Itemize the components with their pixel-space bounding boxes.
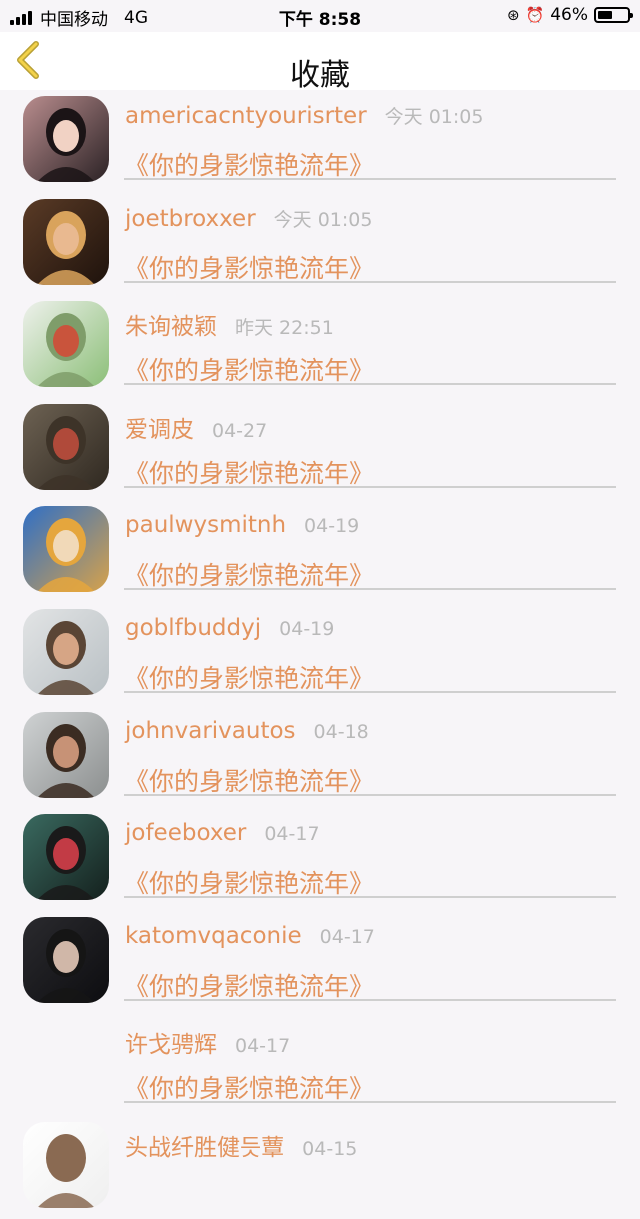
list-item[interactable]: paulwysmitnh 04-19 《你的身影惊艳流年》 bbox=[0, 500, 640, 603]
item-username[interactable]: 朱询被颖 昨天 22:51 bbox=[125, 307, 334, 341]
username-text: katomvqaconie bbox=[125, 922, 302, 949]
status-bar: 中国移动 4G 下午 8:58 ⊛ ⏰ 46% bbox=[0, 0, 640, 32]
list-item[interactable]: joetbroxxer 今天 01:05 《你的身影惊艳流年》 bbox=[0, 193, 640, 296]
avatar[interactable] bbox=[23, 198, 109, 285]
list-item[interactable]: 头战纤胜健듯蕈 04-15 bbox=[0, 1116, 640, 1219]
item-title[interactable]: 《你的身影惊艳流年》 bbox=[124, 146, 374, 182]
item-date: 昨天 22:51 bbox=[235, 317, 334, 340]
item-date: 04-15 bbox=[302, 1137, 358, 1160]
avatar[interactable] bbox=[23, 711, 109, 798]
item-date: 04-18 bbox=[313, 720, 369, 743]
page-title: 收藏 bbox=[290, 58, 350, 93]
list-item[interactable]: americacntyourisrter 今天 01:05 《你的身影惊艳流年》 bbox=[0, 90, 640, 193]
list-item[interactable]: katomvqaconie 04-17 《你的身影惊艳流年》 bbox=[0, 911, 640, 1014]
divider bbox=[124, 690, 616, 693]
item-username[interactable]: 头战纤胜健듯蕈 04-15 bbox=[125, 1128, 357, 1162]
item-title[interactable]: 《你的身影惊艳流年》 bbox=[124, 864, 374, 900]
avatar[interactable] bbox=[23, 301, 109, 388]
divider bbox=[124, 485, 616, 488]
avatar[interactable] bbox=[23, 403, 109, 490]
item-username[interactable]: katomvqaconie 04-17 bbox=[125, 923, 375, 949]
username-text: americacntyourisrter bbox=[125, 103, 367, 129]
divider bbox=[124, 793, 616, 796]
item-date: 今天 01:05 bbox=[384, 106, 484, 128]
divider bbox=[124, 1101, 616, 1104]
divider bbox=[124, 178, 616, 180]
list-item[interactable]: 朱询被颖 昨天 22:51 《你的身影惊艳流年》 bbox=[0, 295, 640, 398]
list-item[interactable]: 许戈骋辉 04-17 《你的身影惊艳流年》 bbox=[0, 1013, 640, 1116]
avatar[interactable] bbox=[23, 608, 109, 695]
item-title[interactable]: 《你的身影惊艳流年》 bbox=[124, 454, 374, 490]
item-username[interactable]: 许戈骋辉 04-17 bbox=[125, 1025, 290, 1059]
divider bbox=[124, 383, 616, 386]
username-text: 朱询被颖 bbox=[125, 314, 217, 341]
list-item[interactable]: 爱调皮 04-27 《你的身影惊艳流年》 bbox=[0, 398, 640, 501]
username-text: jofeeboxer bbox=[125, 820, 247, 847]
item-title[interactable]: 《你的身影惊艳流年》 bbox=[124, 351, 374, 387]
item-username[interactable]: paulwysmitnh 04-19 bbox=[125, 512, 359, 538]
username-text: 头战纤胜健듯蕈 bbox=[125, 1134, 285, 1161]
username-text: johnvarivautos bbox=[125, 717, 296, 744]
list-item[interactable]: jofeeboxer 04-17 《你的身影惊艳流年》 bbox=[0, 808, 640, 911]
item-date: 今天 01:05 bbox=[273, 208, 373, 231]
avatar[interactable] bbox=[23, 506, 109, 593]
item-date: 04-17 bbox=[319, 925, 375, 948]
item-username[interactable]: jofeeboxer 04-17 bbox=[125, 820, 320, 846]
item-username[interactable]: goblfbuddyj 04-19 bbox=[125, 615, 334, 641]
item-username[interactable]: 爱调皮 04-27 bbox=[125, 410, 267, 444]
username-text: paulwysmitnh bbox=[125, 512, 287, 539]
item-title[interactable]: 《你的身影惊艳流年》 bbox=[124, 762, 374, 798]
item-title[interactable]: 《你的身影惊艳流年》 bbox=[124, 967, 374, 1003]
item-title[interactable]: 《你的身影惊艳流年》 bbox=[124, 659, 374, 695]
item-date: 04-19 bbox=[304, 515, 360, 538]
item-date: 04-17 bbox=[235, 1035, 291, 1058]
item-date: 04-17 bbox=[264, 823, 320, 846]
item-username[interactable]: joetbroxxer 今天 01:05 bbox=[125, 205, 372, 232]
avatar[interactable] bbox=[23, 916, 109, 1003]
divider bbox=[124, 998, 616, 1001]
navigation-bar: 收藏 bbox=[0, 32, 640, 93]
item-date: 04-27 bbox=[212, 419, 268, 442]
username-text: 爱调皮 bbox=[125, 416, 194, 443]
battery-icon bbox=[594, 7, 633, 23]
battery-percent: 46% bbox=[550, 5, 588, 25]
alarm-icon: ⏰ bbox=[525, 6, 545, 24]
username-text: 许戈骋辉 bbox=[125, 1032, 217, 1059]
item-username[interactable]: americacntyourisrter 今天 01:05 bbox=[125, 102, 483, 129]
orientation-lock-icon: ⊛ bbox=[506, 6, 520, 24]
username-text: joetbroxxer bbox=[125, 205, 256, 232]
item-title[interactable]: 《你的身影惊艳流年》 bbox=[124, 249, 374, 285]
item-username[interactable]: johnvarivautos 04-18 bbox=[125, 718, 369, 744]
username-text: goblfbuddyj bbox=[125, 614, 262, 641]
list-item[interactable]: goblfbuddyj 04-19 《你的身影惊艳流年》 bbox=[0, 603, 640, 706]
favorites-list: americacntyourisrter 今天 01:05 《你的身影惊艳流年》 jo… bbox=[0, 90, 640, 1219]
item-title[interactable]: 《你的身影惊艳流年》 bbox=[124, 556, 374, 592]
avatar[interactable] bbox=[23, 1121, 109, 1208]
list-item[interactable]: johnvarivautos 04-18 《你的身影惊艳流年》 bbox=[0, 706, 640, 809]
divider bbox=[124, 896, 616, 899]
avatar[interactable] bbox=[23, 814, 109, 901]
divider bbox=[124, 280, 616, 283]
divider bbox=[124, 588, 616, 591]
item-date: 04-19 bbox=[279, 617, 335, 640]
item-title[interactable]: 《你的身影惊艳流年》 bbox=[124, 1069, 374, 1105]
avatar[interactable] bbox=[23, 96, 109, 182]
